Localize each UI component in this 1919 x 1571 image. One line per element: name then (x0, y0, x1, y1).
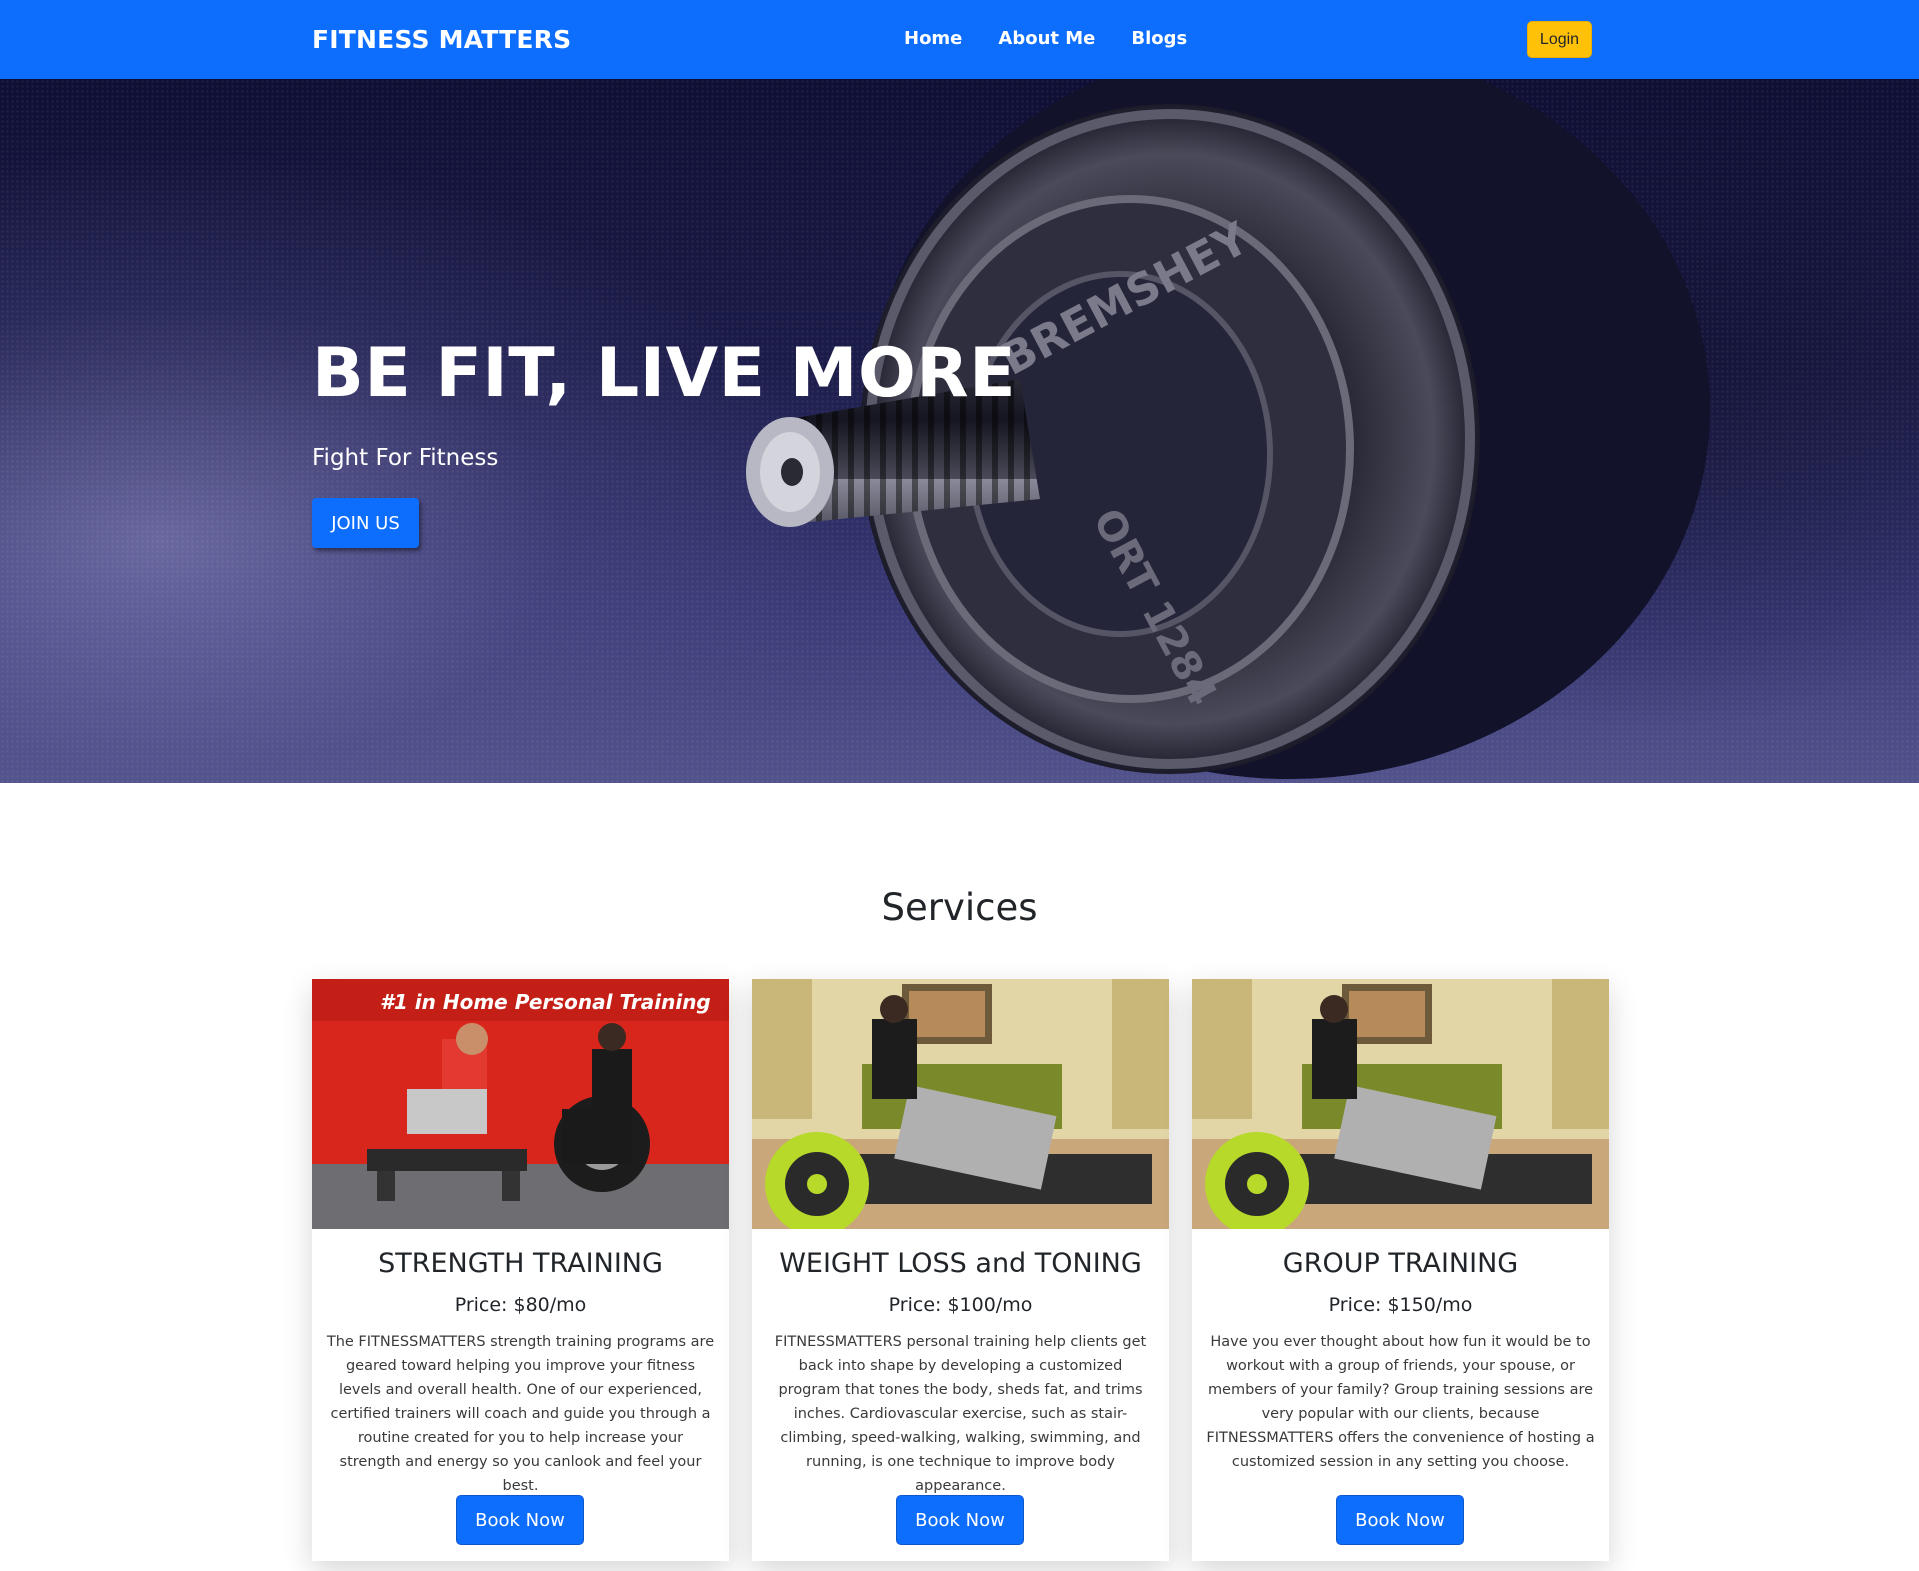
nav-link-home[interactable]: Home (904, 28, 962, 49)
navbar: FITNESS MATTERS Home About Me Blogs Logi… (0, 0, 1919, 79)
dumbbell-image: BREMSHEY ORT 1284 (746, 79, 1710, 779)
hero-title: BE FIT, LIVE MORE (312, 334, 1017, 413)
book-now-button[interactable]: Book Now (896, 1495, 1024, 1545)
card-description: The FITNESSMATTERS strength training pro… (326, 1334, 715, 1494)
card-image-banner: #1 in Home Personal Training (380, 990, 711, 1014)
nav-link-about-me[interactable]: About Me (998, 28, 1095, 49)
card-description: Have you ever thought about how fun it w… (1206, 1334, 1595, 1470)
hero-subtitle: Fight For Fitness (312, 445, 499, 471)
hero-banner: BREMSHEY ORT 1284 BE FIT, LIVE MORE Figh… (0, 79, 1919, 783)
group-training-image (1192, 979, 1609, 1229)
card-price: Price: $150/mo (1328, 1294, 1473, 1316)
card-title: STRENGTH TRAINING (378, 1248, 663, 1279)
card-price: Price: $100/mo (888, 1294, 1033, 1316)
card-title: GROUP TRAINING (1282, 1248, 1519, 1279)
weight-loss-image (752, 979, 1169, 1229)
service-card-strength: #1 in Home Personal Training STRENGTH TR… (312, 979, 729, 1561)
nav-links: Home About Me Blogs (904, 28, 1187, 49)
strength-training-image: #1 in Home Personal Training (312, 979, 729, 1229)
card-price: Price: $80/mo (454, 1294, 587, 1316)
card-title: WEIGHT LOSS and TONING (779, 1248, 1142, 1279)
nav-link-blogs[interactable]: Blogs (1131, 28, 1187, 49)
service-card-weight-loss: WEIGHT LOSS and TONING Price: $100/mo FI… (752, 979, 1169, 1561)
brand-logo[interactable]: FITNESS MATTERS (312, 25, 571, 54)
book-now-button[interactable]: Book Now (1336, 1495, 1464, 1545)
services-heading: Services (881, 886, 1038, 929)
join-us-button[interactable]: JOIN US (312, 498, 419, 548)
service-card-group-training: GROUP TRAINING Price: $150/mo Have you e… (1192, 979, 1609, 1561)
card-description: FITNESSMATTERS personal training help cl… (774, 1334, 1147, 1494)
book-now-button[interactable]: Book Now (456, 1495, 584, 1545)
login-button[interactable]: Login (1527, 21, 1592, 58)
